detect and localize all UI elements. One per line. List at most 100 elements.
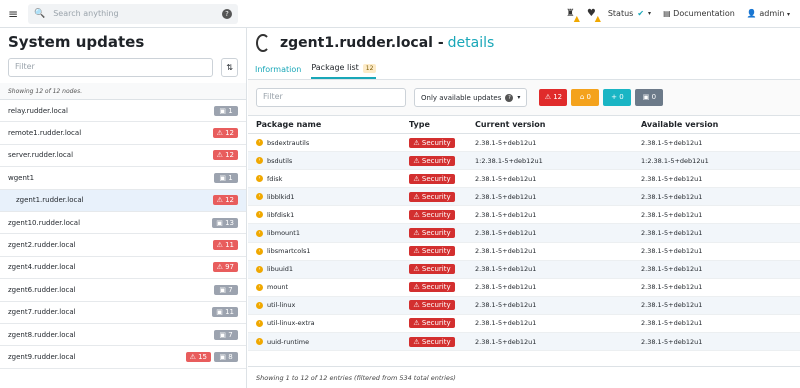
info-icon[interactable]: ›: [256, 139, 263, 147]
node-list: relay.rudder.local ▣ 1 remote1.rudder.loca…: [0, 100, 246, 369]
security-badge: ⚠ Security: [409, 173, 455, 184]
column-header[interactable]: Type: [409, 120, 475, 129]
type-label: Security: [421, 301, 451, 310]
update-filter-dropdown[interactable]: Only available updates ? ▾: [414, 88, 528, 107]
update-count-badge: ⚠ 97: [212, 262, 238, 273]
column-header[interactable]: Current version: [475, 120, 641, 129]
info-icon[interactable]: ›: [256, 211, 263, 219]
chevron-down-icon: ▾: [648, 10, 652, 17]
info-icon[interactable]: ›: [256, 175, 263, 183]
type-filter-button[interactable]: ▣ 0: [635, 89, 664, 106]
node-filter-input[interactable]: Filter: [8, 58, 214, 77]
documentation-link[interactable]: ▤ Documentation: [663, 9, 735, 18]
list-item[interactable]: remote1.rudder.local ⚠ 12: [0, 122, 246, 145]
type-cell: ⚠ Security: [409, 155, 475, 166]
list-item[interactable]: zgent9.rudder.local ⚠ 15 ▣ 8: [0, 346, 246, 369]
current-version: 2.38.1-5+deb12u1: [475, 283, 537, 292]
list-item[interactable]: zgent10.rudder.local ▣ 13: [0, 212, 246, 235]
tab-information[interactable]: Information: [255, 65, 301, 79]
update-count-badge: ⚠ 12: [212, 150, 238, 161]
security-badge: ⚠ Security: [409, 246, 455, 257]
package-name: bsdutils: [267, 156, 293, 165]
security-badge: ⚠ Security: [409, 318, 455, 329]
package-name-cell: › libmount1: [248, 229, 409, 237]
help-icon[interactable]: ?: [222, 8, 232, 19]
plugins-icon[interactable]: ♜ ▲: [566, 8, 580, 23]
update-count-badge: ▣ 7: [214, 284, 238, 295]
available-version: 2.38.1-5+deb12u1: [641, 301, 703, 310]
list-item[interactable]: zgent4.rudder.local ⚠ 97: [0, 257, 246, 280]
list-item[interactable]: wgent1 ▣ 1: [0, 167, 246, 190]
tab-package-list[interactable]: Package list 12: [311, 63, 377, 79]
security-badge: ⚠ Security: [409, 264, 455, 275]
type-cell: ⚠ Security: [409, 282, 475, 293]
search-input[interactable]: Search anything: [53, 9, 222, 18]
type-label: Security: [421, 138, 451, 147]
package-name: util-linux: [267, 301, 296, 310]
warning-icon: ▲: [573, 14, 580, 23]
package-name: fdisk: [267, 174, 283, 183]
security-badge: ⚠ Security: [409, 155, 455, 166]
list-item[interactable]: relay.rudder.local ▣ 1: [0, 100, 246, 123]
table-row: › bsdutils ⚠ Security 1:2.38.1-5+deb12u1 1:2…: [248, 152, 800, 171]
filter-options-button[interactable]: ⇅: [221, 58, 238, 77]
table-row: › util-linux-extra ⚠ Security 2.38.1-5+deb1…: [248, 315, 800, 334]
main-panel: zgent1.rudder.local - details Informatio…: [248, 28, 800, 388]
info-icon[interactable]: ›: [256, 229, 263, 237]
table-row: › libblkid1 ⚠ Security 2.38.1-5+deb12u1 2.38…: [248, 188, 800, 207]
update-count-badge: ▣ 1: [214, 172, 238, 183]
current-version: 2.38.1-5+deb12u1: [475, 337, 537, 346]
info-icon[interactable]: ›: [256, 247, 263, 255]
current-version: 2.38.1-5+deb12u1: [475, 319, 537, 328]
badge-count: 1: [228, 106, 233, 115]
info-icon[interactable]: ›: [256, 193, 263, 201]
package-filter-input[interactable]: Filter: [256, 88, 406, 107]
list-item[interactable]: zgent6.rudder.local ▣ 7: [0, 279, 246, 302]
search-bar[interactable]: 🔍 Search anything ?: [28, 3, 238, 24]
column-header[interactable]: Package name: [248, 120, 409, 129]
info-icon[interactable]: ›: [256, 157, 263, 165]
warning-icon: ▲: [594, 14, 601, 23]
filter-type-icon: ⚠: [544, 93, 551, 101]
package-name-cell: › util-linux-extra: [248, 319, 409, 327]
filter-count: 0: [619, 93, 624, 101]
status-menu[interactable]: Status ✔ ▾: [608, 9, 651, 18]
menu-icon[interactable]: ≡: [0, 7, 26, 21]
available-version: 2.38.1-5+deb12u1: [641, 210, 703, 219]
type-cell: ⚠ Security: [409, 209, 475, 220]
type-filter-button[interactable]: + 0: [603, 89, 632, 106]
list-item[interactable]: zgent1.rudder.local ⚠ 12: [0, 189, 246, 212]
top-navbar: ≡ 🔍 Search anything ? ♜ ▲ ♥ ▲ Status ✔ ▾ ▤…: [0, 0, 800, 28]
type-filter-button[interactable]: ⌂ 0: [571, 89, 600, 106]
type-cell: ⚠ Security: [409, 246, 475, 257]
info-icon[interactable]: ›: [256, 265, 263, 273]
package-name-cell: › libuuid1: [248, 265, 409, 273]
list-item[interactable]: zgent8.rudder.local ▣ 7: [0, 324, 246, 347]
info-icon[interactable]: ›: [256, 301, 263, 309]
list-item[interactable]: server.rudder.local ⚠ 12: [0, 145, 246, 168]
type-label: Security: [421, 283, 451, 292]
type-cell: ⚠ Security: [409, 137, 475, 148]
badge-count: 12: [225, 151, 234, 160]
node-name: zgent10.rudder.local: [8, 218, 81, 227]
update-count-badge: ▣ 8: [214, 351, 238, 362]
info-icon[interactable]: ›: [256, 319, 263, 327]
info-icon[interactable]: ›: [256, 338, 263, 346]
tab-label: Package list: [311, 63, 359, 72]
security-badge: ⚠ Security: [409, 336, 455, 347]
type-filter-button[interactable]: ⚠ 12: [539, 89, 568, 106]
security-badge: ⚠ Security: [409, 191, 455, 202]
list-item[interactable]: zgent7.rudder.local ▣ 11: [0, 302, 246, 324]
current-version: 2.38.1-5+deb12u1: [475, 210, 537, 219]
user-menu[interactable]: 👤 admin ▾: [747, 9, 790, 18]
available-version: 2.38.1-5+deb12u1: [641, 319, 703, 328]
update-count-badge: ▣ 1: [214, 105, 238, 116]
current-version: 2.38.1-5+deb12u1: [475, 174, 537, 183]
available-version: 2.38.1-5+deb12u1: [641, 265, 703, 274]
list-item[interactable]: zgent2.rudder.local ⚠ 11: [0, 234, 246, 257]
health-icon[interactable]: ♥ ▲: [587, 8, 601, 23]
info-icon[interactable]: ›: [256, 283, 263, 291]
details-link[interactable]: details: [448, 35, 495, 51]
column-header[interactable]: Available version: [641, 120, 800, 129]
type-label: Security: [421, 337, 451, 346]
